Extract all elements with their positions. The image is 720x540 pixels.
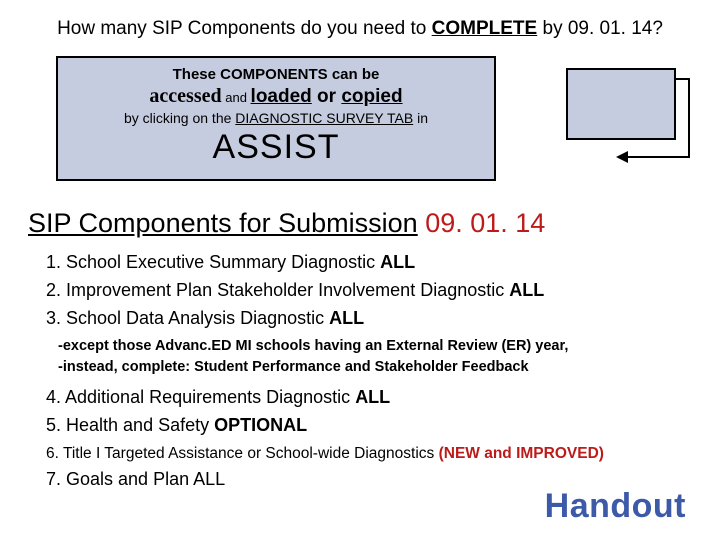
item-text: 4. Additional Requirements Diagnostic: [46, 387, 355, 407]
callout-assist: ASSIST: [68, 128, 484, 167]
callout-and: and: [222, 90, 251, 105]
list-item: 2. Improvement Plan Stakeholder Involvem…: [46, 277, 692, 304]
arrow-icon: [616, 151, 628, 163]
callout-line3-prefix: by clicking on the: [124, 110, 235, 126]
title-prefix: How many SIP Components do you need to: [57, 18, 432, 39]
item-tag: ALL: [355, 387, 390, 407]
component-list: 1. School Executive Summary Diagnostic A…: [28, 249, 692, 332]
callout-line3-tab: DIAGNOSTIC SURVEY TAB: [235, 110, 413, 126]
connector-segment: [688, 78, 690, 158]
component-list: 4. Additional Requirements Diagnostic AL…: [28, 384, 692, 439]
callout-or: or: [312, 86, 342, 107]
callout-loaded: loaded: [251, 86, 312, 107]
connector-segment: [626, 156, 690, 158]
callout-line2: accessed and loaded or copied: [68, 85, 484, 108]
callout-area: These COMPONENTS can be accessed and loa…: [28, 56, 692, 186]
list-item: 3. School Data Analysis Diagnostic ALL: [46, 305, 692, 332]
item-new-tag: (NEW and IMPROVED): [439, 445, 604, 462]
callout-line3: by clicking on the DIAGNOSTIC SURVEY TAB…: [68, 110, 484, 126]
handout-label: Handout: [545, 487, 686, 526]
callout-copied: copied: [341, 86, 402, 107]
connector-segment: [676, 78, 688, 80]
title: How many SIP Components do you need to C…: [44, 18, 676, 40]
list-item: 6. Title I Targeted Assistance or School…: [28, 445, 692, 463]
note-line: -except those Advanc.ED MI schools havin…: [58, 336, 692, 357]
title-complete: COMPLETE: [432, 18, 538, 39]
exception-notes: -except those Advanc.ED MI schools havin…: [28, 336, 692, 378]
callout-box: These COMPONENTS can be accessed and loa…: [56, 56, 496, 181]
callout-line1: These COMPONENTS can be: [68, 66, 484, 83]
slide: How many SIP Components do you need to C…: [0, 0, 720, 540]
item-text: 2. Improvement Plan Stakeholder Involvem…: [46, 280, 509, 300]
section-heading: SIP Components for Submission 09. 01. 14: [28, 208, 692, 239]
item-tag: ALL: [329, 308, 364, 328]
callout-line3-suffix: in: [413, 110, 428, 126]
item-text: 6. Title I Targeted Assistance or School…: [46, 445, 439, 462]
list-item: 4. Additional Requirements Diagnostic AL…: [46, 384, 692, 411]
item-tag: OPTIONAL: [214, 415, 307, 435]
section-heading-date: 09. 01. 14: [418, 208, 546, 238]
item-text: 5. Health and Safety: [46, 415, 214, 435]
title-suffix: by 09. 01. 14?: [537, 18, 663, 39]
item-text: 3. School Data Analysis Diagnostic: [46, 308, 329, 328]
list-item: 1. School Executive Summary Diagnostic A…: [46, 249, 692, 276]
item-text: 1. School Executive Summary Diagnostic: [46, 252, 380, 272]
item-tag: ALL: [380, 252, 415, 272]
callout-accessed: accessed: [149, 85, 221, 107]
note-line: -instead, complete: Student Performance …: [58, 357, 692, 378]
section-heading-text: SIP Components for Submission: [28, 208, 418, 238]
list-item: 5. Health and Safety OPTIONAL: [46, 412, 692, 439]
item-tag: ALL: [509, 280, 544, 300]
side-box: [566, 68, 676, 140]
